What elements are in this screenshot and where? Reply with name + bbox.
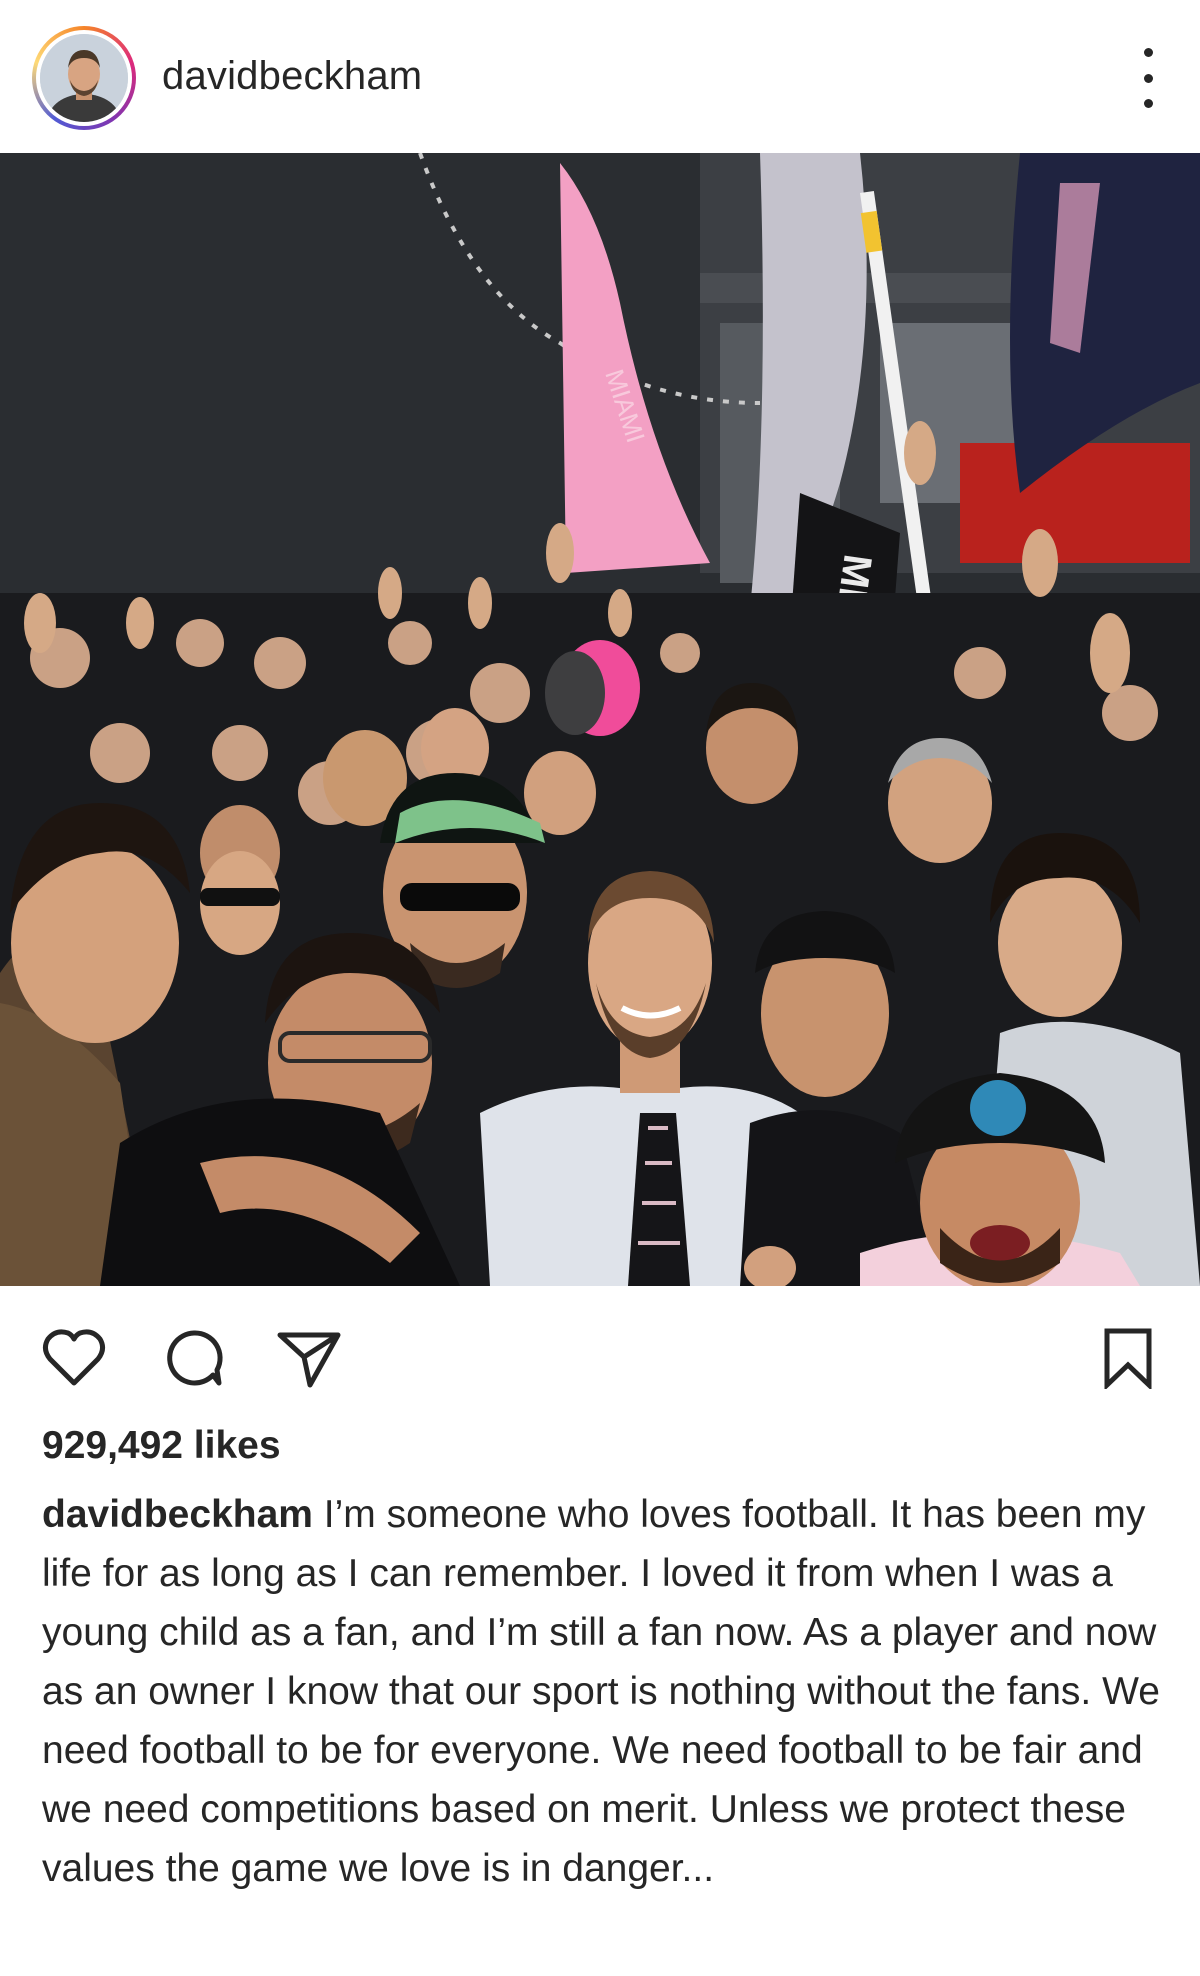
avatar-border: [36, 30, 132, 126]
post-header: davidbeckham: [0, 0, 1200, 153]
avatar[interactable]: [32, 26, 136, 130]
more-dot: [1143, 48, 1153, 57]
caption-text: I’m someone who loves football. It has b…: [42, 1493, 1160, 1890]
more-dot: [1143, 73, 1153, 83]
post-caption: davidbeckham I’m someone who loves footb…: [42, 1485, 1167, 1898]
action-bar: [0, 1286, 1200, 1416]
header-username[interactable]: davidbeckham: [162, 54, 422, 99]
likes-count[interactable]: 929,492 likes: [42, 1424, 281, 1468]
comment-icon[interactable]: [158, 1322, 230, 1394]
avatar-image: [40, 34, 128, 122]
paper-plane-icon[interactable]: [273, 1322, 345, 1394]
post-photo[interactable]: MIAMI MIAMI: [0, 153, 1200, 1286]
instagram-post: davidbeckham MIAMI 929,492 likes davidbe…: [0, 0, 1200, 1976]
more-dot: [1143, 99, 1153, 108]
caption-username[interactable]: davidbeckham: [42, 1493, 313, 1536]
more-options-icon[interactable]: [1134, 48, 1162, 108]
bookmark-icon[interactable]: [1092, 1322, 1164, 1394]
heart-icon[interactable]: [38, 1322, 110, 1394]
